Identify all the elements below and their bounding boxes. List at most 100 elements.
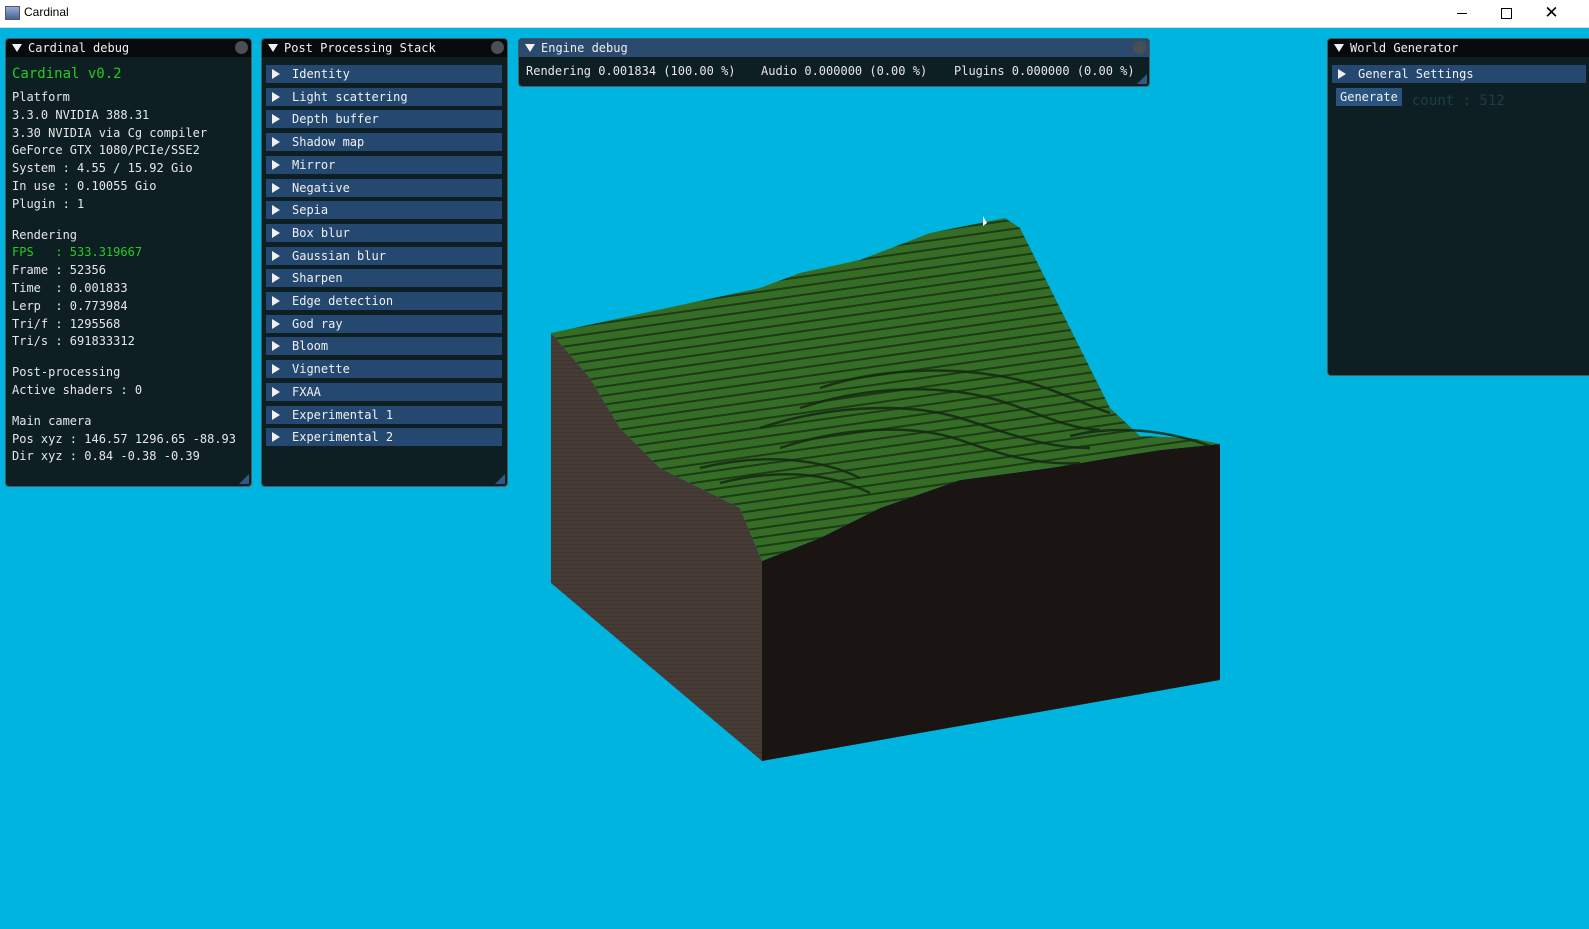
collapse-arrow-icon[interactable] xyxy=(12,44,22,52)
shader-header-sepia[interactable]: Sepia xyxy=(266,201,502,220)
shader-header-depth-buffer[interactable]: Depth buffer xyxy=(266,110,502,129)
expand-arrow-icon xyxy=(272,227,280,238)
shader-header-edge-detection[interactable]: Edge detection xyxy=(266,292,502,310)
cardinal-debug-title-bar[interactable]: Cardinal debug xyxy=(6,39,251,57)
gpu-name: GeForce GTX 1080/PCIe/SSE2 xyxy=(12,143,200,158)
shader-label: Negative xyxy=(292,180,350,195)
frame-time: Time : 0.001833 xyxy=(12,280,128,295)
shader-label: God ray xyxy=(292,316,343,331)
engine-debug-title: Engine debug xyxy=(541,41,628,55)
expand-arrow-icon xyxy=(272,159,280,170)
general-settings-header[interactable]: General Settings xyxy=(1332,65,1586,83)
resize-grip-icon[interactable] xyxy=(495,474,505,484)
glsl-version: 3.30 NVIDIA via Cg compiler xyxy=(12,125,208,140)
expand-arrow-icon xyxy=(272,318,280,329)
cardinal-debug-title: Cardinal debug xyxy=(28,41,130,55)
rendering-header: Rendering xyxy=(12,227,78,242)
shader-label: Mirror xyxy=(292,157,336,172)
world-generator-title-bar[interactable]: World Generator xyxy=(1328,39,1589,57)
memory-in-use: In use : 0.10055 Gio xyxy=(12,178,157,193)
expand-arrow-icon xyxy=(272,182,280,193)
shader-label: Sharpen xyxy=(292,271,343,286)
shader-label: Experimental 2 xyxy=(292,430,394,445)
engine-debug-title-bar[interactable]: Engine debug xyxy=(519,39,1149,57)
shader-label: Gaussian blur xyxy=(292,248,386,263)
shader-header-vignette[interactable]: Vignette xyxy=(266,360,502,379)
window-close-icon[interactable] xyxy=(491,41,504,54)
shader-label: Experimental 1 xyxy=(292,407,394,422)
cardinal-debug-window[interactable]: Cardinal debug Cardinal v0.2 Platform 3.… xyxy=(5,38,252,487)
shader-label: Vignette xyxy=(292,362,350,377)
expand-arrow-icon xyxy=(272,432,280,443)
platform-header: Platform xyxy=(12,90,70,104)
shader-header-bloom[interactable]: Bloom xyxy=(266,337,502,356)
expand-arrow-icon xyxy=(1338,69,1346,79)
collapse-arrow-icon[interactable] xyxy=(268,44,278,52)
lerp-value: Lerp : 0.773984 xyxy=(12,298,128,313)
expand-arrow-icon xyxy=(272,341,280,352)
world-generator-title: World Generator xyxy=(1350,41,1459,55)
shader-header-sharpen[interactable]: Sharpen xyxy=(266,269,502,288)
expand-arrow-icon xyxy=(272,205,280,216)
plugin-count: Plugin : 1 xyxy=(12,196,85,211)
shader-header-shadow-map[interactable]: Shadow map xyxy=(266,133,502,152)
shader-label: Sepia xyxy=(292,203,329,218)
frame-count: Frame : 52356 xyxy=(12,263,106,278)
app-icon xyxy=(5,6,20,20)
maximize-button[interactable] xyxy=(1484,0,1529,27)
maximize-icon xyxy=(1501,8,1512,19)
expand-arrow-icon xyxy=(272,114,280,125)
minimize-button[interactable] xyxy=(1439,0,1484,27)
shader-header-light-scattering[interactable]: Light scattering xyxy=(266,87,502,106)
gl-version: 3.3.0 NVIDIA 388.31 xyxy=(12,107,150,122)
plugins-timing: Plugins 0.000000 (0.00 %) xyxy=(954,64,1135,78)
tris-per-second: Tri/s : 691833312 xyxy=(12,334,135,349)
resize-grip-icon[interactable] xyxy=(239,474,249,484)
shader-label: Shadow map xyxy=(292,135,365,150)
shader-header-negative[interactable]: Negative xyxy=(266,178,502,197)
post-processing-title-bar[interactable]: Post Processing Stack xyxy=(262,39,507,57)
window-title: Cardinal xyxy=(24,5,69,19)
shader-label: FXAA xyxy=(292,384,321,399)
generate-button[interactable]: Generate xyxy=(1336,88,1402,106)
expand-arrow-icon xyxy=(272,137,280,148)
active-shaders: Active shaders : 0 xyxy=(12,382,143,397)
rendering-timing: Rendering 0.001834 (100.00 %) xyxy=(526,64,736,78)
shader-header-god-ray[interactable]: God ray xyxy=(266,314,502,333)
camera-direction: Dir xyz : 0.84 -0.38 -0.39 xyxy=(12,449,200,464)
expand-arrow-icon xyxy=(272,409,280,420)
shader-header-gaussian-blur[interactable]: Gaussian blur xyxy=(266,246,502,265)
expand-arrow-icon xyxy=(272,69,280,79)
shader-header-mirror[interactable]: Mirror xyxy=(266,155,502,174)
minimize-icon xyxy=(1456,13,1467,14)
system-memory: System : 4.55 / 15.92 Gio xyxy=(12,161,193,176)
window-title-bar[interactable]: Cardinal ✕ xyxy=(0,0,1589,28)
collapse-arrow-icon[interactable] xyxy=(525,44,535,52)
close-button[interactable]: ✕ xyxy=(1529,0,1574,27)
tris-per-frame: Tri/f : 1295568 xyxy=(12,316,121,331)
fps-value: FPS : 533.319667 xyxy=(12,245,143,260)
shader-label: Edge detection xyxy=(292,294,394,308)
world-generator-window[interactable]: World Generator 2063158 count : 512 Gene… xyxy=(1327,38,1589,376)
post-processing-window[interactable]: Post Processing Stack Identity Light sca… xyxy=(261,38,508,487)
camera-header: Main camera xyxy=(12,413,92,428)
shader-label: Identity xyxy=(292,67,350,81)
collapse-arrow-icon[interactable] xyxy=(1334,44,1344,52)
shader-header-box-blur[interactable]: Box blur xyxy=(266,223,502,242)
window-close-icon[interactable] xyxy=(235,41,248,54)
shader-label: Box blur xyxy=(292,225,350,240)
expand-arrow-icon xyxy=(272,91,280,102)
engine-debug-window[interactable]: Engine debug Rendering 0.001834 (100.00 … xyxy=(518,38,1150,87)
shader-header-fxaa[interactable]: FXAA xyxy=(266,382,502,401)
close-icon: ✕ xyxy=(1544,3,1559,23)
expand-arrow-icon xyxy=(272,296,280,306)
shader-label: Light scattering xyxy=(292,89,408,104)
expand-arrow-icon xyxy=(272,250,280,261)
resize-grip-icon[interactable] xyxy=(1137,74,1147,84)
shader-header-experimental-2[interactable]: Experimental 2 xyxy=(266,428,502,447)
shader-header-experimental-1[interactable]: Experimental 1 xyxy=(266,405,502,424)
version-label: Cardinal v0.2 xyxy=(12,66,122,82)
shader-header-identity[interactable]: Identity xyxy=(266,65,502,83)
window-close-icon[interactable] xyxy=(1133,41,1146,54)
ghost-count-text: count : 512 xyxy=(1412,93,1505,109)
